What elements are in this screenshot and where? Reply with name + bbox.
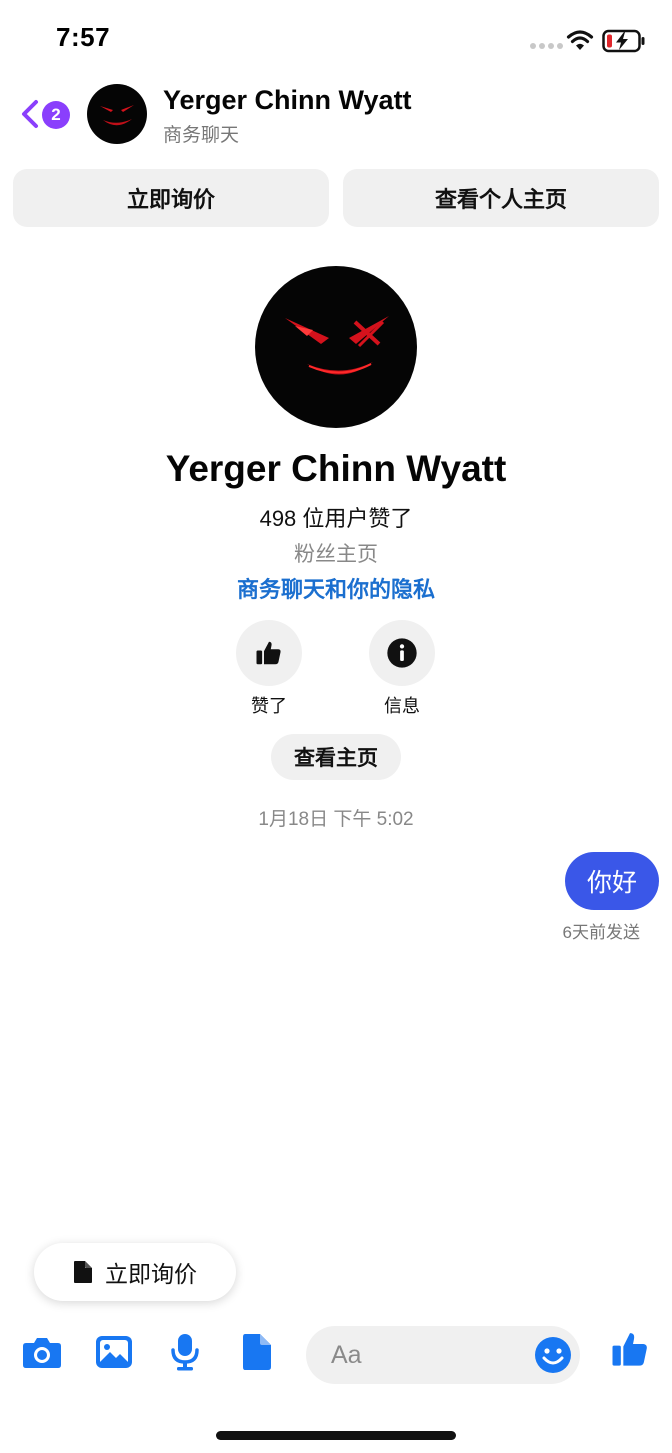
status-time: 7:57: [56, 22, 111, 52]
message-input[interactable]: Aa: [306, 1326, 580, 1384]
inquire-button[interactable]: 立即询价: [13, 169, 329, 227]
info-button[interactable]: [369, 620, 435, 686]
microphone-icon: [171, 1334, 199, 1371]
message-timestamp: 1月18日 下午 5:02: [258, 809, 414, 830]
send-like-button[interactable]: [610, 1329, 650, 1369]
thumbs-up-icon: [256, 641, 281, 665]
message-input-placeholder: Aa: [331, 1341, 362, 1369]
profile-avatar: [255, 266, 417, 428]
home-indicator: [216, 1431, 456, 1440]
info-icon: [387, 638, 417, 668]
chevron-left-icon[interactable]: [18, 98, 42, 130]
page-type: 粉丝主页: [294, 543, 378, 566]
outgoing-message[interactable]: 你好: [565, 852, 659, 910]
contact-name[interactable]: Yerger Chinn Wyatt: [163, 85, 412, 116]
file-button[interactable]: [237, 1332, 277, 1372]
likes-count: 498 位用户赞了: [259, 506, 413, 531]
view-profile-button[interactable]: 查看个人主页: [343, 169, 659, 227]
gallery-button[interactable]: [94, 1332, 134, 1372]
like-label: 赞了: [251, 696, 287, 716]
info-label: 信息: [384, 696, 420, 716]
like-page-button[interactable]: [236, 620, 302, 686]
quick-reply-label: 立即询价: [105, 1261, 197, 1287]
chat-type-label: 商务聊天: [163, 125, 240, 146]
file-icon: [243, 1334, 271, 1370]
profile-name: Yerger Chinn Wyatt: [165, 448, 507, 489]
emoji-icon[interactable]: [534, 1336, 572, 1374]
message-composer: Aa: [0, 1320, 672, 1400]
quick-reply-inquire[interactable]: 立即询价: [34, 1243, 236, 1301]
camera-icon: [23, 1338, 61, 1368]
status-bar: 7:57: [0, 0, 672, 80]
voice-button[interactable]: [165, 1332, 205, 1372]
wifi-icon: [566, 30, 594, 50]
avatar[interactable]: [87, 84, 147, 144]
image-icon: [96, 1336, 132, 1368]
chat-header: 2 Yerger Chinn Wyatt 商务聊天: [0, 80, 672, 160]
battery-icon: [602, 29, 645, 53]
message-status: 6天前发送: [562, 923, 640, 942]
camera-button[interactable]: [22, 1332, 62, 1372]
privacy-link[interactable]: 商务聊天和你的隐私: [0, 572, 672, 604]
file-icon: [74, 1261, 92, 1283]
thumbs-up-icon: [612, 1333, 647, 1366]
view-page-button[interactable]: 查看主页: [271, 734, 401, 780]
cellular-signal-icon: [530, 43, 563, 49]
unread-count-badge[interactable]: 2: [42, 101, 70, 129]
